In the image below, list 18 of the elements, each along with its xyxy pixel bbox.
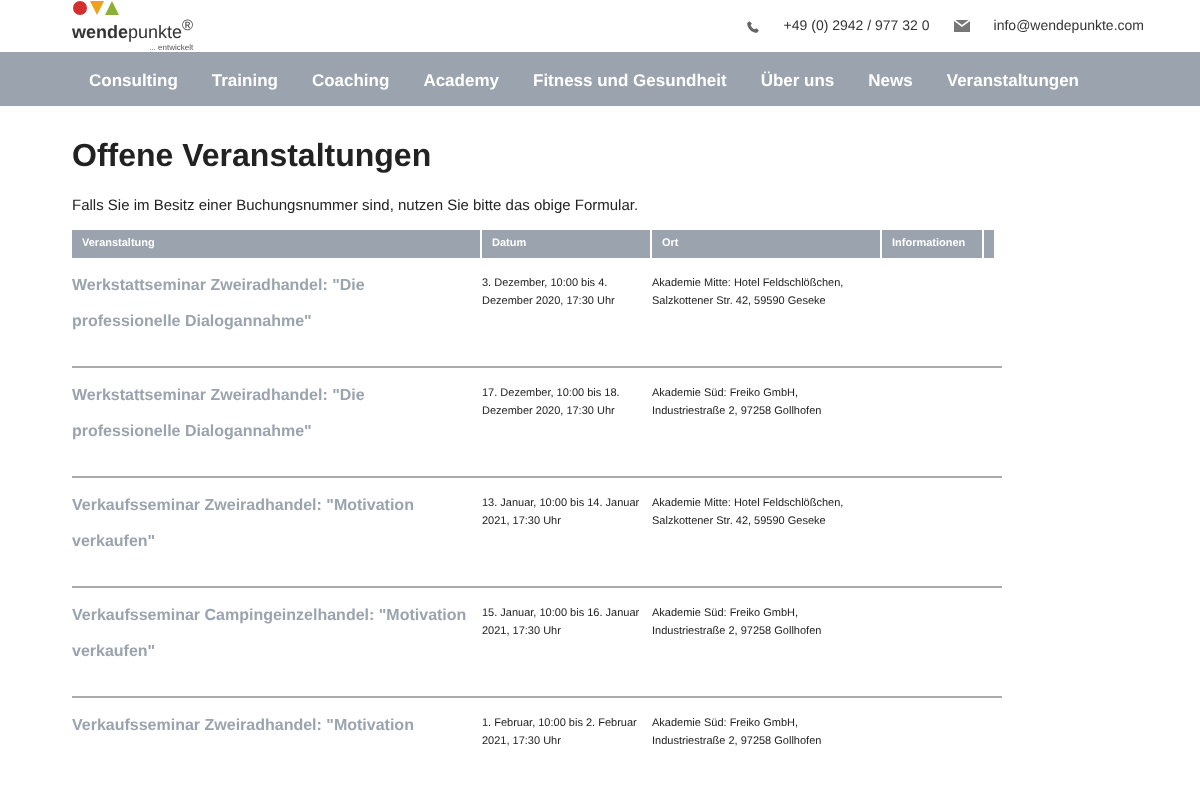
nav-link[interactable]: Coaching [294, 69, 407, 89]
nav-link[interactable]: News [851, 69, 930, 89]
event-title-link[interactable]: Werkstattseminar Zweiradhandel: "Die professionelle Dialogannahme" [72, 368, 482, 450]
page-title: Offene Veranstaltungen [72, 138, 434, 176]
nav-link[interactable]: Consulting [72, 69, 195, 89]
logo-wordmark: wendepunkte$^{®}$ [72, 16, 194, 42]
mail-icon [953, 20, 970, 32]
nav-link[interactable]: Training [194, 69, 295, 89]
event-title-link[interactable]: Werkstattseminar Zweiradhandel: "Die professionelle Dialogannahme" [72, 258, 482, 340]
event-title-link[interactable]: Verkaufsseminar Campingeinzelhandel: "Motivation verkaufen" [72, 588, 482, 670]
event-title-link[interactable]: Verkaufsseminar Zweiradhandel: "Motivation verkaufen" [72, 478, 482, 560]
logo-icon [72, 0, 120, 16]
nav-link[interactable]: Veranstaltungen [929, 69, 1097, 89]
nav-link[interactable]: Academy [406, 69, 516, 89]
nav-link[interactable]: Fitness und Gesundheit [516, 69, 744, 89]
event-title-link[interactable]: Verkaufsseminar Zweiradhandel: "Motivation [72, 698, 482, 744]
nav-link[interactable]: Über uns [743, 69, 852, 89]
phone-icon [745, 19, 760, 33]
